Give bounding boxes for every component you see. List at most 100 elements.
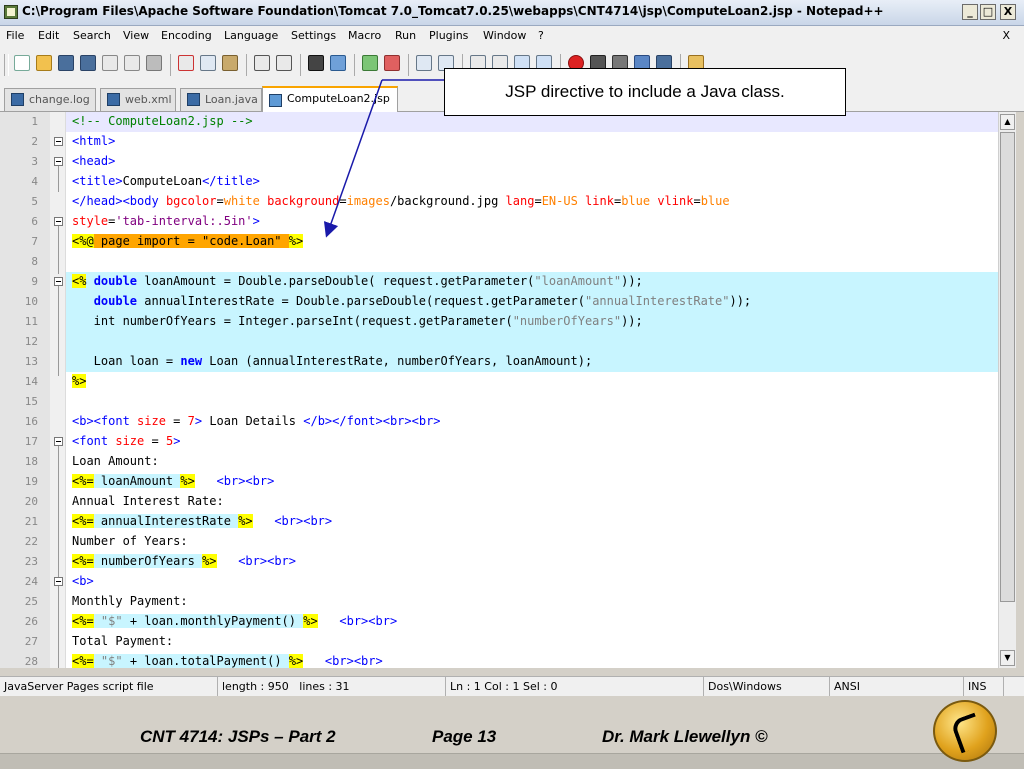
tab-label: ComputeLoan2.jsp [287, 92, 390, 105]
vertical-scrollbar[interactable]: ▲ ▼ [998, 112, 1016, 668]
line-number: 4 [31, 175, 38, 188]
line-number: 13 [24, 355, 38, 368]
line-number: 8 [31, 255, 38, 268]
line-number: 1 [31, 115, 38, 128]
code-line: <b><font size = 7> Loan Details </b></fo… [72, 414, 441, 428]
tab-label: web.xml [125, 93, 172, 106]
code-line: <%= loanAmount %> <br><br> [72, 474, 275, 488]
line-number: 5 [31, 195, 38, 208]
status-encoding[interactable]: ANSI [830, 677, 964, 696]
code-line: Total Payment: [72, 634, 174, 648]
code-editor[interactable]: 1 <!-- ComputeLoan2.jsp --> 2 <html> 3 <hea… [0, 112, 998, 668]
close-button[interactable]: X [1000, 4, 1016, 20]
toolbar-separator [246, 54, 247, 76]
cut-icon[interactable] [178, 55, 194, 71]
jsp-import-directive: <%@ page import = "code.Loan" %> [72, 234, 304, 248]
status-file-type: JavaServer Pages script file [0, 677, 218, 696]
tab-label: Loan.java [205, 93, 258, 106]
menu-view[interactable]: View [123, 29, 149, 42]
line-number: 3 [31, 155, 38, 168]
code-line: <html> [72, 134, 116, 148]
status-cursor-position: Ln : 1 Col : 1 Sel : 0 [446, 677, 704, 696]
find-icon[interactable] [308, 55, 324, 71]
menu-plugins[interactable]: Plugins [429, 29, 468, 42]
line-number: 9 [31, 275, 38, 288]
paste-icon[interactable] [222, 55, 238, 71]
saved-file-icon [11, 93, 24, 106]
toolbar-separator [300, 54, 301, 76]
close-file-icon[interactable] [102, 55, 118, 71]
status-lines: lines : 31 [299, 680, 350, 693]
window-title: C:\Program Files\Apache Software Foundat… [22, 4, 884, 18]
code-line: double annualInterestRate = Double.parse… [93, 294, 752, 308]
code-line: </head><body bgcolor=white background=im… [72, 194, 730, 208]
saved-file-icon [187, 93, 200, 106]
footer-page: Page 13 [432, 727, 497, 746]
code-line: int numberOfYears = Integer.parseInt(req… [72, 314, 643, 328]
menu-macro[interactable]: Macro [348, 29, 381, 42]
tab-web-xml[interactable]: web.xml [100, 88, 176, 111]
redo-icon[interactable] [276, 55, 292, 71]
menu-search[interactable]: Search [73, 29, 111, 42]
undo-icon[interactable] [254, 55, 270, 71]
new-file-icon[interactable] [14, 55, 30, 71]
scroll-up-arrow-icon[interactable]: ▲ [1000, 114, 1015, 130]
code-line: <font size = 5> [72, 434, 181, 448]
sync-vertical-icon[interactable] [416, 55, 432, 71]
minimize-button[interactable]: _ [962, 4, 978, 20]
line-number: 12 [24, 335, 38, 348]
code-line: <%= annualInterestRate %> <br><br> [72, 514, 333, 528]
tab-computeloan2-jsp[interactable]: ComputeLoan2.jsp [262, 86, 398, 112]
footer-course: CNT 4714: JSPs – Part 2 [140, 727, 336, 746]
tab-loan-java[interactable]: Loan.java [180, 88, 262, 111]
toolbar-separator [170, 54, 171, 76]
code-line: <title>ComputeLoan</title> [72, 174, 260, 188]
menu-help[interactable]: ? [538, 29, 544, 42]
copy-icon[interactable] [200, 55, 216, 71]
tab-label: change.log [29, 93, 90, 106]
line-number: 18 [24, 455, 38, 468]
zoom-out-icon[interactable] [384, 55, 400, 71]
status-eol-format[interactable]: Dos\Windows [704, 677, 830, 696]
annotation-callout: JSP directive to include a Java class. [444, 68, 846, 116]
saved-file-icon [269, 94, 282, 107]
close-document-button[interactable]: X [1002, 29, 1010, 42]
maximize-button[interactable]: □ [980, 4, 996, 20]
status-length: length : 950 [222, 680, 289, 693]
save-all-icon[interactable] [80, 55, 96, 71]
zoom-in-icon[interactable] [362, 55, 378, 71]
code-line: Monthly Payment: [72, 594, 188, 608]
code-line: <% double loanAmount = Double.parseDoubl… [72, 274, 643, 288]
code-line: <head> [72, 154, 116, 168]
menu-window[interactable]: Window [483, 29, 526, 42]
footer-bar [0, 753, 1024, 769]
menu-encoding[interactable]: Encoding [161, 29, 212, 42]
menu-file[interactable]: File [6, 29, 24, 42]
line-number: 14 [24, 375, 38, 388]
menu-language[interactable]: Language [224, 29, 278, 42]
line-number: 26 [24, 615, 38, 628]
notepad-plus-plus-icon [4, 5, 18, 19]
menu-edit[interactable]: Edit [38, 29, 59, 42]
save-icon[interactable] [58, 55, 74, 71]
replace-icon[interactable] [330, 55, 346, 71]
line-number: 21 [24, 515, 38, 528]
scroll-down-arrow-icon[interactable]: ▼ [1000, 650, 1015, 666]
line-number: 20 [24, 495, 38, 508]
open-file-icon[interactable] [36, 55, 52, 71]
line-number: 16 [24, 415, 38, 428]
line-number: 22 [24, 535, 38, 548]
code-line: <%= "$" + loan.monthlyPayment() %> <br><… [72, 614, 398, 628]
code-line: Number of Years: [72, 534, 188, 548]
status-length-lines: length : 950 lines : 31 [218, 677, 446, 696]
scroll-thumb[interactable] [1000, 132, 1015, 602]
code-line: style='tab-interval:.5in'> [72, 214, 260, 228]
menu-run[interactable]: Run [395, 29, 416, 42]
line-number: 25 [24, 595, 38, 608]
close-all-icon[interactable] [124, 55, 140, 71]
footer-author: Dr. Mark Llewellyn © [602, 727, 768, 746]
print-icon[interactable] [146, 55, 162, 71]
menu-settings[interactable]: Settings [291, 29, 336, 42]
line-number: 6 [31, 215, 38, 228]
tab-change-log[interactable]: change.log [4, 88, 96, 111]
